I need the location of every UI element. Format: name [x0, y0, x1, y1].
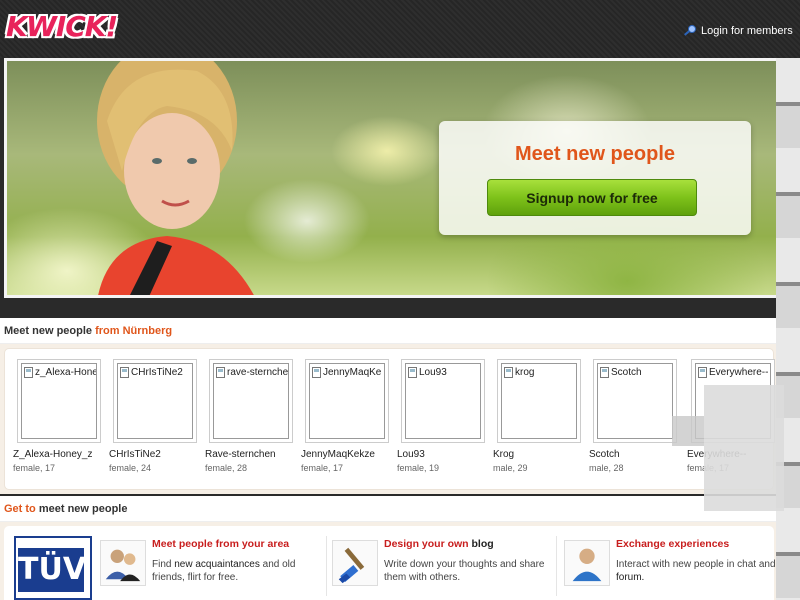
hero-photo — [97, 61, 254, 295]
thumb-alt-text: CHrIsTiNe2 — [131, 367, 183, 378]
person-card[interactable]: krog Krog male, 29 — [493, 359, 583, 473]
login-label[interactable]: Login for members — [701, 25, 793, 37]
feature-title[interactable]: Exchange experiences — [616, 538, 729, 550]
thumb-alt-text: JennyMaqKe — [323, 367, 382, 378]
person-name[interactable]: Lou93 — [397, 449, 487, 460]
person-meta: female, 19 — [397, 463, 440, 473]
feature-desc: Interact with new people in chat and for… — [616, 558, 786, 584]
meet-heading-prefix: Meet new people — [4, 325, 93, 337]
person-name[interactable]: JennyMaqKekze — [301, 449, 391, 460]
tuv-badge-text: TÜV — [18, 548, 86, 592]
broken-image-icon — [408, 367, 417, 378]
thumb-alt-text: Everywhere-- — [709, 367, 769, 378]
feature-desc: Find new acquaintances and old friends, … — [152, 558, 322, 584]
person-thumbnail[interactable]: rave-sternche — [209, 359, 293, 443]
person-icon — [564, 540, 610, 586]
paintbrush-icon — [332, 540, 378, 586]
feature-meet-people[interactable]: Meet people from your area Find new acqu… — [100, 534, 320, 594]
page-edge-strip — [776, 58, 800, 600]
broken-image-icon — [698, 367, 707, 378]
thumb-alt-text: rave-sternche — [227, 367, 289, 378]
divider — [326, 536, 327, 596]
person-card[interactable]: z_Alexa-Hone Z_Alexa-Honey_z female, 17 — [13, 359, 103, 473]
features-card: TÜV Meet people from your area Find new … — [4, 526, 776, 600]
person-name[interactable]: Krog — [493, 449, 583, 460]
person-name[interactable]: CHrIsTiNe2 — [109, 449, 199, 460]
broken-image-icon — [216, 367, 225, 378]
person-card[interactable]: JennyMaqKe JennyMaqKekze female, 17 — [301, 359, 391, 473]
feature-title[interactable]: Meet people from your area — [152, 538, 289, 550]
people-icon — [100, 540, 146, 586]
feature-desc-highlight: new acquaintances — [174, 559, 260, 570]
broken-image-icon — [120, 367, 129, 378]
thumb-alt-text: Lou93 — [419, 367, 447, 378]
person-thumbnail[interactable]: Lou93 — [401, 359, 485, 443]
features-panel: TÜV Meet people from your area Find new … — [0, 522, 776, 600]
person-thumbnail[interactable]: CHrIsTiNe2 — [113, 359, 197, 443]
feature-desc-highlight: forum. — [616, 572, 645, 583]
login-link[interactable]: Login for members — [683, 24, 793, 38]
get-heading-prefix: Get to — [4, 503, 36, 515]
person-meta: female, 17 — [301, 463, 344, 473]
broken-image-icon — [600, 367, 609, 378]
hero-signup-box: Meet new people Signup now for free — [439, 121, 751, 235]
person-name[interactable]: Scotch — [589, 449, 679, 460]
person-thumbnail[interactable]: JennyMaqKe — [305, 359, 389, 443]
thumb-alt-text: Scotch — [611, 367, 642, 378]
feature-exchange[interactable]: Exchange experiences Interact with new p… — [564, 534, 784, 594]
person-meta: male, 28 — [589, 463, 624, 473]
key-icon — [684, 25, 696, 36]
broken-image-icon — [24, 367, 33, 378]
feature-blog[interactable]: Design your own blog Write down your tho… — [332, 534, 552, 594]
thumb-alt-text: krog — [515, 367, 535, 378]
person-meta: female, 24 — [109, 463, 152, 473]
overlay-artifact — [672, 416, 704, 446]
person-thumbnail[interactable]: krog — [497, 359, 581, 443]
people-panel: z_Alexa-Hone Z_Alexa-Honey_z female, 17 … — [0, 344, 776, 494]
kwick-logo[interactable]: KWICK! — [6, 10, 118, 43]
tuv-badge: TÜV — [14, 536, 92, 600]
signup-button[interactable]: Signup now for free — [487, 179, 697, 216]
person-card[interactable]: rave-sternche Rave-sternchen female, 28 — [205, 359, 295, 473]
person-meta: female, 17 — [13, 463, 56, 473]
feature-title-text[interactable]: Design your own — [384, 538, 469, 550]
feature-desc-text: Write down your thoughts and share them … — [384, 559, 545, 583]
person-meta: female, 28 — [205, 463, 248, 473]
person-thumbnail[interactable]: z_Alexa-Hone — [17, 359, 101, 443]
feature-title-text[interactable]: Exchange experiences — [616, 538, 729, 550]
person-name[interactable]: Z_Alexa-Honey_z — [13, 449, 103, 460]
site-header: KWICK! Login for members — [0, 0, 800, 58]
feature-desc-text: Find — [152, 559, 172, 570]
broken-image-icon — [504, 367, 513, 378]
meet-section-heading: Meet new people from Nürnberg — [0, 318, 776, 344]
divider — [556, 536, 557, 596]
feature-title-dark[interactable]: blog — [472, 538, 494, 550]
meet-heading-location[interactable]: from Nürnberg — [95, 325, 172, 337]
person-card[interactable]: Scotch Scotch male, 28 — [589, 359, 679, 473]
thumb-alt-text: z_Alexa-Hone — [35, 367, 97, 378]
overlay-artifact — [704, 385, 784, 511]
people-list: z_Alexa-Hone Z_Alexa-Honey_z female, 17 … — [4, 348, 775, 490]
hero-title: Meet new people — [514, 143, 676, 165]
hero-banner: Meet new people Signup now for free — [4, 58, 784, 298]
get-section-heading: Get to meet new people — [0, 496, 776, 522]
broken-image-icon — [312, 367, 321, 378]
person-thumbnail[interactable]: Scotch — [593, 359, 677, 443]
person-card[interactable]: CHrIsTiNe2 CHrIsTiNe2 female, 24 — [109, 359, 199, 473]
feature-title-text[interactable]: Meet people from your area — [152, 538, 289, 550]
person-meta: male, 29 — [493, 463, 528, 473]
get-heading-rest: meet new people — [38, 503, 128, 515]
person-card[interactable]: Lou93 Lou93 female, 19 — [397, 359, 487, 473]
feature-desc: Write down your thoughts and share them … — [384, 558, 554, 584]
feature-title[interactable]: Design your own blog — [384, 538, 494, 550]
person-name[interactable]: Rave-sternchen — [205, 449, 295, 460]
feature-desc-text: Interact with new people in chat and — [616, 559, 776, 570]
